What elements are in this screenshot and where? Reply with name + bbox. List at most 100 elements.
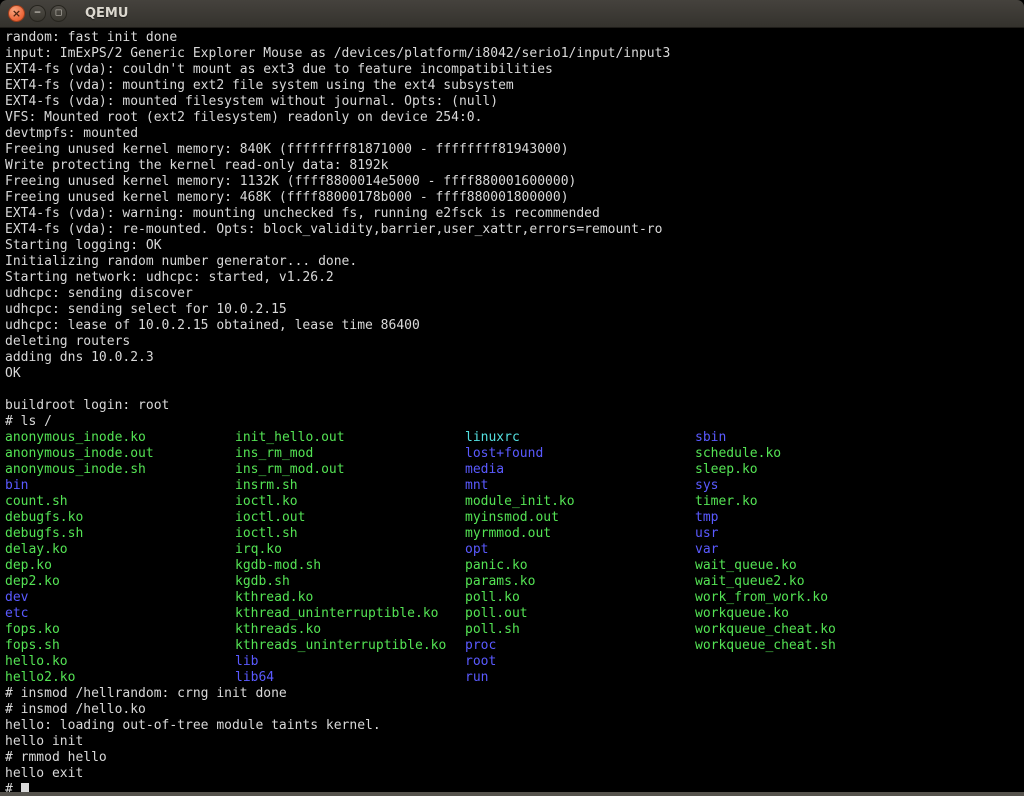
file-entry: myinsmod.out [465,510,695,526]
console-line: EXT4-fs (vda): re-mounted. Opts: block_v… [5,222,1024,238]
file-entry: opt [465,542,695,558]
file-entry: proc [465,638,695,654]
file-entry: init_hello.out [235,430,465,446]
titlebar[interactable]: × − ◻ QEMU [0,0,1024,28]
file-entry: sys [695,478,925,494]
console-line: buildroot login: root [5,398,1024,414]
console-line: EXT4-fs (vda): mounted filesystem withou… [5,94,1024,110]
file-entry: work_from_work.ko [695,590,925,606]
file-entry: irq.ko [235,542,465,558]
file-entry: kthread.ko [235,590,465,606]
minimize-button[interactable]: − [29,5,46,22]
console-line: Freeing unused kernel memory: 468K (ffff… [5,190,1024,206]
file-entry: count.sh [5,494,235,510]
ls-row: anonymous_inode.shins_rm_mod.outmediasle… [5,462,1024,478]
file-entry: dev [5,590,235,606]
ls-row: etckthread_uninterruptible.kopoll.outwor… [5,606,1024,622]
console-line [5,382,1024,398]
file-entry: dep2.ko [5,574,235,590]
file-entry: sleep.ko [695,462,925,478]
ls-row: delay.koirq.kooptvar [5,542,1024,558]
console-line: devtmpfs: mounted [5,126,1024,142]
file-entry: media [465,462,695,478]
file-entry: debugfs.ko [5,510,235,526]
ls-row: dep2.kokgdb.shparams.kowait_queue2.ko [5,574,1024,590]
file-entry: delay.ko [5,542,235,558]
file-entry: workqueue_cheat.sh [695,638,925,654]
file-entry: bin [5,478,235,494]
file-entry: debugfs.sh [5,526,235,542]
console-line: Freeing unused kernel memory: 1132K (fff… [5,174,1024,190]
file-entry: timer.ko [695,494,925,510]
file-entry: lib64 [235,670,465,686]
file-entry: module_init.ko [465,494,695,510]
ls-row: count.shioctl.komodule_init.kotimer.ko [5,494,1024,510]
file-entry: kthreads_uninterruptible.ko [235,638,465,654]
minimize-icon: − [34,9,42,18]
ls-row: hello.kolibroot [5,654,1024,670]
console-line: Starting logging: OK [5,238,1024,254]
maximize-button[interactable]: ◻ [50,5,67,22]
ls-row: fops.shkthreads_uninterruptible.koprocwo… [5,638,1024,654]
ls-command-line: # ls / [5,414,1024,430]
ls-row: debugfs.shioctl.shmyrmmod.outusr [5,526,1024,542]
window-title: QEMU [85,6,128,21]
file-entry: etc [5,606,235,622]
ls-row: fops.kokthreads.kopoll.shworkqueue_cheat… [5,622,1024,638]
console-line: OK [5,366,1024,382]
console-line: deleting routers [5,334,1024,350]
file-entry: hello.ko [5,654,235,670]
file-entry: wait_queue.ko [695,558,925,574]
file-entry: ioctl.ko [235,494,465,510]
file-entry: lost+found [465,446,695,462]
file-entry: workqueue.ko [695,606,925,622]
file-entry: linuxrc [465,430,695,446]
console-line: Initializing random number generator... … [5,254,1024,270]
maximize-icon: ◻ [55,9,62,18]
console-line: hello: loading out-of-tree module taints… [5,718,1024,734]
window-bottom-edge [0,792,1024,796]
console-line: Write protecting the kernel read-only da… [5,158,1024,174]
file-entry: poll.ko [465,590,695,606]
file-entry: root [465,654,695,670]
file-entry: ins_rm_mod.out [235,462,465,478]
file-entry: anonymous_inode.sh [5,462,235,478]
file-entry: myrmmod.out [465,526,695,542]
file-entry: ins_rm_mod [235,446,465,462]
file-entry: params.ko [465,574,695,590]
file-entry: hello2.ko [5,670,235,686]
file-entry: poll.sh [465,622,695,638]
file-entry: ioctl.sh [235,526,465,542]
file-entry: insrm.sh [235,478,465,494]
terminal-screen[interactable]: random: fast init doneinput: ImExPS/2 Ge… [0,28,1024,796]
console-line: udhcpc: sending discover [5,286,1024,302]
file-entry: kthread_uninterruptible.ko [235,606,465,622]
console-line: Freeing unused kernel memory: 840K (ffff… [5,142,1024,158]
file-entry: tmp [695,510,925,526]
console-line: EXT4-fs (vda): mounting ext2 file system… [5,78,1024,94]
console-line: Starting network: udhcpc: started, v1.26… [5,270,1024,286]
file-entry: anonymous_inode.out [5,446,235,462]
file-entry: sbin [695,430,925,446]
ls-row: anonymous_inode.koinit_hello.outlinuxrcs… [5,430,1024,446]
console-line: random: fast init done [5,30,1024,46]
console-line: VFS: Mounted root (ext2 filesystem) read… [5,110,1024,126]
console-line: hello exit [5,766,1024,782]
file-entry: anonymous_inode.ko [5,430,235,446]
close-button[interactable]: × [8,5,25,22]
file-entry: wait_queue2.ko [695,574,925,590]
console-line: input: ImExPS/2 Generic Explorer Mouse a… [5,46,1024,62]
file-entry: mnt [465,478,695,494]
file-entry: fops.sh [5,638,235,654]
close-icon: × [12,8,21,19]
ls-row: dep.kokgdb-mod.shpanic.kowait_queue.ko [5,558,1024,574]
ls-row: anonymous_inode.outins_rm_modlost+founds… [5,446,1024,462]
console-line: EXT4-fs (vda): couldn't mount as ext3 du… [5,62,1024,78]
ls-row: hello2.kolib64run [5,670,1024,686]
console-line: adding dns 10.0.2.3 [5,350,1024,366]
file-entry: schedule.ko [695,446,925,462]
file-entry: kgdb-mod.sh [235,558,465,574]
file-entry: lib [235,654,465,670]
file-entry: var [695,542,925,558]
console-line: # insmod /hellrandom: crng init done [5,686,1024,702]
